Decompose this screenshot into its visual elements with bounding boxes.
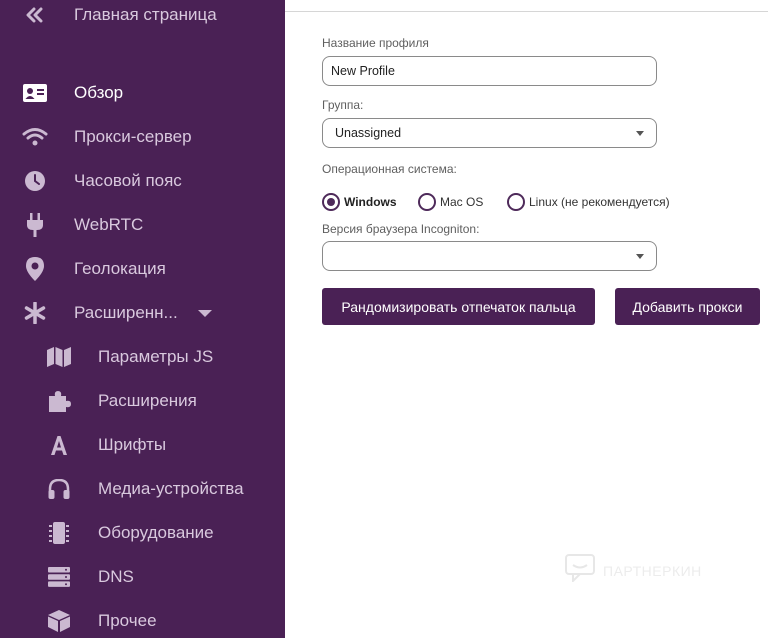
- sidebar-item-geolocation[interactable]: Геолокация: [0, 249, 285, 289]
- chat-bubble-icon: [565, 554, 595, 587]
- chevron-down-icon[interactable]: [198, 310, 212, 317]
- sidebar-subitem-other[interactable]: Прочее: [0, 601, 285, 638]
- sidebar-item-timezone[interactable]: Часовой пояс: [0, 161, 285, 201]
- asterisk-icon: [22, 300, 48, 326]
- group-select[interactable]: Unassigned: [322, 118, 657, 148]
- os-option-label: Windows: [344, 195, 397, 209]
- os-option-label: Linux (не рекомендуется): [529, 195, 670, 209]
- watermark-text: ПАРТНЕРКИН: [603, 562, 702, 579]
- server-icon: [46, 564, 72, 590]
- group-select-value: Unassigned: [335, 126, 402, 140]
- sidebar-item-label: Оборудование: [98, 523, 214, 542]
- profile-name-input[interactable]: [322, 56, 657, 86]
- sidebar-item-label: DNS: [98, 567, 134, 586]
- browser-version-select[interactable]: [322, 241, 657, 271]
- box-icon: [46, 608, 72, 634]
- sidebar-item-label: Часовой пояс: [74, 171, 182, 190]
- sidebar-subitem-media-devices[interactable]: Медиа-устройства: [0, 469, 285, 509]
- radio-circle[interactable]: [507, 193, 525, 211]
- dropdown-arrow-icon: [636, 131, 644, 136]
- wifi-icon: [22, 124, 48, 150]
- group-label: Группа:: [322, 98, 364, 112]
- headphones-icon: [46, 476, 72, 502]
- plug-icon: [22, 212, 48, 238]
- sidebar: Главная страница Обзор Прокси-сервер Час…: [0, 0, 285, 638]
- map-icon: [46, 344, 72, 370]
- sidebar-item-label: Медиа-устройства: [98, 479, 244, 498]
- clock-icon: [22, 168, 48, 194]
- os-radio-linux[interactable]: Linux (не рекомендуется): [507, 192, 670, 212]
- chip-icon: [46, 520, 72, 546]
- radio-circle[interactable]: [418, 193, 436, 211]
- back-label: Главная страница: [74, 5, 217, 24]
- radio-circle-checked[interactable]: [322, 193, 340, 211]
- sidebar-subitem-hardware[interactable]: Оборудование: [0, 513, 285, 553]
- watermark: ПАРТНЕРКИН: [565, 554, 702, 587]
- os-option-label: Mac OS: [440, 195, 484, 209]
- sidebar-subitem-dns[interactable]: DNS: [0, 557, 285, 597]
- sidebar-item-label: Параметры JS: [98, 347, 214, 366]
- os-radio-macos[interactable]: Mac OS: [418, 192, 483, 212]
- sidebar-item-label: Геолокация: [74, 259, 166, 278]
- header-divider: [285, 0, 768, 12]
- sidebar-item-proxy[interactable]: Прокси-сервер: [0, 117, 285, 157]
- dropdown-arrow-icon: [636, 254, 644, 259]
- sidebar-item-overview[interactable]: Обзор: [0, 73, 285, 113]
- puzzle-icon: [46, 388, 72, 414]
- back-to-home-link[interactable]: Главная страница: [0, 0, 285, 35]
- id-card-icon: [22, 80, 48, 106]
- sidebar-item-label: Расширения: [98, 391, 197, 410]
- os-radio-windows[interactable]: Windows: [322, 192, 397, 212]
- os-label: Операционная система:: [322, 162, 457, 176]
- font-icon: [46, 432, 72, 458]
- sidebar-subitem-js-params[interactable]: Параметры JS: [0, 337, 285, 377]
- browser-version-label: Версия браузера Incogniton:: [322, 222, 480, 236]
- sidebar-subitem-fonts[interactable]: Шрифты: [0, 425, 285, 465]
- add-proxy-button[interactable]: Добавить прокси: [615, 288, 760, 325]
- double-chevron-left-icon: [22, 2, 48, 28]
- sidebar-item-label: Обзор: [74, 83, 124, 102]
- sidebar-item-label: Расширенн...: [74, 303, 178, 322]
- sidebar-item-advanced[interactable]: Расширенн...: [0, 293, 285, 333]
- location-pin-icon: [22, 256, 48, 282]
- randomize-fingerprint-button[interactable]: Рандомизировать отпечаток пальца: [322, 288, 595, 325]
- sidebar-item-label: Прокси-сервер: [74, 127, 192, 146]
- profile-name-label: Название профиля: [322, 36, 429, 50]
- sidebar-item-label: Прочее: [98, 611, 157, 630]
- sidebar-subitem-extensions[interactable]: Расширения: [0, 381, 285, 421]
- sidebar-item-label: WebRTC: [74, 215, 144, 234]
- sidebar-item-label: Шрифты: [98, 435, 167, 454]
- sidebar-item-webrtc[interactable]: WebRTC: [0, 205, 285, 245]
